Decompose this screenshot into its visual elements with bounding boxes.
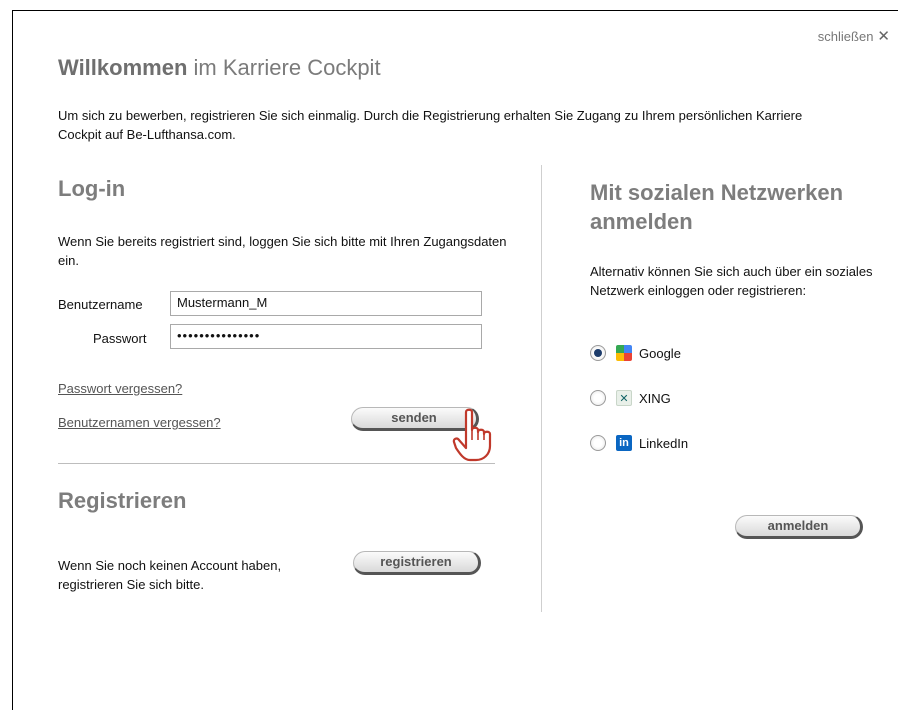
- radio-button[interactable]: [590, 390, 606, 406]
- close-label: schließen: [817, 29, 874, 44]
- social-description: Alternativ können Sie sich auch über ein…: [590, 264, 873, 298]
- forgot-username-link[interactable]: Benutzernamen vergessen?: [58, 415, 221, 430]
- hand-cursor-icon: [452, 408, 492, 462]
- option-label: LinkedIn: [639, 435, 689, 451]
- social-login-button[interactable]: anmelden: [735, 515, 863, 539]
- close-button[interactable]: schließen ✕: [818, 27, 890, 45]
- xing-icon: ✕: [616, 390, 632, 406]
- column-divider: [541, 165, 542, 612]
- page-title: Willkommen im Karriere Cockpit: [58, 55, 381, 81]
- username-field[interactable]: Mustermann_M: [170, 291, 482, 316]
- radio-button[interactable]: [590, 435, 606, 451]
- google-icon: [616, 345, 632, 361]
- section-divider: [58, 463, 495, 464]
- intro-text: Um sich zu bewerben, registrieren Sie si…: [58, 108, 803, 142]
- password-label: Passwort: [93, 331, 147, 346]
- social-heading: Mit sozialen Netzwerken anmelden: [590, 180, 844, 234]
- register-heading: Registrieren: [58, 488, 187, 513]
- username-label: Benutzername: [58, 297, 143, 312]
- close-icon: ✕: [877, 28, 890, 45]
- login-heading: Log-in: [58, 176, 126, 201]
- register-button[interactable]: registrieren: [353, 551, 481, 575]
- title-bold: Willkommen: [58, 55, 188, 80]
- social-option-xing[interactable]: ✕ XING: [590, 388, 671, 408]
- option-label: XING: [639, 390, 671, 406]
- forgot-password-link[interactable]: Passwort vergessen?: [58, 381, 182, 396]
- linkedin-icon: in: [616, 435, 632, 451]
- password-field[interactable]: •••••••••••••••: [170, 324, 482, 349]
- register-description: Wenn Sie noch keinen Account haben, regi…: [58, 558, 282, 592]
- title-rest: im Karriere Cockpit: [193, 55, 381, 80]
- social-option-linkedin[interactable]: in LinkedIn: [590, 433, 688, 453]
- radio-button[interactable]: [590, 345, 606, 361]
- social-option-google[interactable]: Google: [590, 343, 681, 363]
- login-description: Wenn Sie bereits registriert sind, logge…: [58, 234, 507, 268]
- option-label: Google: [639, 345, 681, 361]
